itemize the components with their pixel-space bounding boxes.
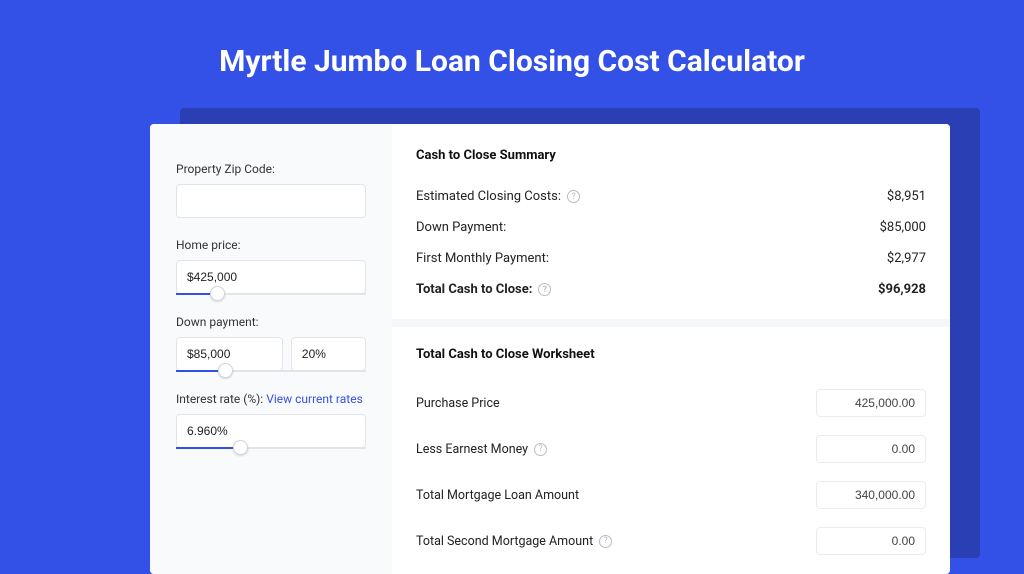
worksheet-row: Total Mortgage Loan Amount [416,472,926,518]
summary-label-text: Down Payment: [416,220,506,235]
page-title: Myrtle Jumbo Loan Closing Cost Calculato… [0,0,1024,79]
slider-fill [176,370,218,372]
down-payment-label: Down payment: [176,315,366,329]
calculator-card: Property Zip Code: Home price: Down paym… [150,124,950,574]
interest-label-row: Interest rate (%): View current rates [176,392,366,406]
worksheet-section: Total Cash to Close Worksheet Purchase P… [392,319,950,564]
form-panel: Property Zip Code: Home price: Down paym… [150,124,392,574]
zip-field-group: Property Zip Code: [176,162,366,218]
summary-row: Estimated Closing Costs:? $8,951 [416,181,926,212]
summary-row-label: Total Cash to Close:? [416,282,551,297]
summary-row: Total Cash to Close:? $96,928 [416,274,926,305]
worksheet-title: Total Cash to Close Worksheet [416,347,926,362]
worksheet-label-text: Total Second Mortgage Amount [416,534,593,549]
results-panel: Cash to Close Summary Estimated Closing … [392,124,950,574]
down-payment-percent-input[interactable] [291,337,366,371]
interest-label: Interest rate (%): [176,392,263,406]
slider-thumb[interactable] [210,286,225,301]
interest-rate-input[interactable] [176,414,366,448]
interest-field-group: Interest rate (%): View current rates [176,392,366,449]
summary-row-value: $2,977 [887,251,926,266]
down-payment-field-group: Down payment: [176,315,366,372]
summary-row-value: $8,951 [887,189,926,204]
home-price-input[interactable] [176,260,366,294]
summary-label-text: First Monthly Payment: [416,251,549,266]
worksheet-rows: Purchase Price Less Earnest Money? Total M… [416,380,926,564]
summary-row-label: Down Payment: [416,220,506,235]
help-icon[interactable]: ? [599,535,612,548]
summary-row: Down Payment: $85,000 [416,212,926,243]
summary-label-text: Estimated Closing Costs: [416,189,561,204]
worksheet-row-label: Total Mortgage Loan Amount [416,488,579,503]
worksheet-value-input[interactable] [816,481,926,509]
summary-row-value: $96,928 [878,282,926,297]
summary-rows: Estimated Closing Costs:? $8,951 Down Paym… [416,181,926,305]
help-icon[interactable]: ? [534,443,547,456]
worksheet-row-label: Total Second Mortgage Amount? [416,534,612,549]
home-price-field-group: Home price: [176,238,366,295]
view-rates-link[interactable]: View current rates [266,392,363,406]
worksheet-label-text: Purchase Price [416,396,500,411]
summary-row-label: First Monthly Payment: [416,251,549,266]
worksheet-value-input[interactable] [816,389,926,417]
worksheet-label-text: Less Earnest Money [416,442,528,457]
slider-thumb[interactable] [218,363,233,378]
summary-row-value: $85,000 [880,220,926,235]
worksheet-row-label: Less Earnest Money? [416,442,547,457]
zip-input[interactable] [176,184,366,218]
worksheet-label-text: Total Mortgage Loan Amount [416,488,579,503]
summary-label-text: Total Cash to Close: [416,282,532,297]
worksheet-value-input[interactable] [816,527,926,555]
worksheet-row-label: Purchase Price [416,396,500,411]
summary-row: First Monthly Payment: $2,977 [416,243,926,274]
help-icon[interactable]: ? [538,283,551,296]
home-price-label: Home price: [176,238,366,252]
summary-row-label: Estimated Closing Costs:? [416,189,580,204]
slider-thumb[interactable] [233,440,248,455]
zip-label: Property Zip Code: [176,162,366,176]
worksheet-row: Less Earnest Money? [416,426,926,472]
down-payment-slider[interactable] [176,370,366,372]
home-price-slider[interactable] [176,293,366,295]
slider-fill [176,293,210,295]
worksheet-value-input[interactable] [816,435,926,463]
help-icon[interactable]: ? [567,190,580,203]
worksheet-row: Total Second Mortgage Amount? [416,518,926,564]
slider-fill [176,447,233,449]
interest-slider[interactable] [176,447,366,449]
worksheet-row: Purchase Price [416,380,926,426]
summary-title: Cash to Close Summary [416,148,926,163]
